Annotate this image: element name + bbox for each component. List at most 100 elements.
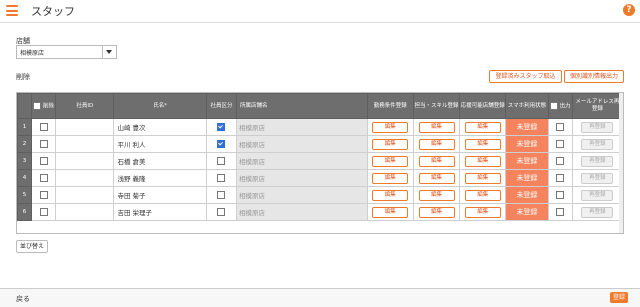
delete-checkbox[interactable] xyxy=(39,208,48,216)
work-conditions-cell: 編集 xyxy=(366,186,414,204)
smartphone-status: 未登録 xyxy=(505,118,549,136)
select-all-checkbox[interactable] xyxy=(33,101,42,110)
staff-id-cell xyxy=(55,135,115,153)
smartphone-status: 未登録 xyxy=(505,203,549,221)
chevron-down-icon[interactable] xyxy=(102,46,116,58)
employee-type-cell xyxy=(205,152,238,170)
row-number-header xyxy=(17,93,33,119)
menu-icon[interactable] xyxy=(6,5,18,16)
delete-checkbox[interactable] xyxy=(39,157,48,165)
mail-cell: 再登録 xyxy=(571,135,623,153)
smartphone-status: 未登録 xyxy=(505,135,549,153)
delete-checkbox[interactable] xyxy=(39,140,48,148)
help-stores-edit-button[interactable]: 編集 xyxy=(464,138,501,150)
name-header: 氏名* xyxy=(113,93,207,119)
help-stores-edit-button[interactable]: 編集 xyxy=(464,121,501,133)
delete-cell xyxy=(31,186,57,204)
skills-edit-button[interactable]: 編集 xyxy=(418,206,455,218)
staff-name: 平川 利人 xyxy=(113,135,207,153)
help-stores-cell: 編集 xyxy=(459,203,507,221)
output-cell xyxy=(547,152,573,170)
help-stores-edit-button[interactable]: 編集 xyxy=(464,189,501,201)
work-conditions-edit-button[interactable]: 編集 xyxy=(372,206,409,218)
staff-name: 浅野 義隆 xyxy=(113,169,207,187)
back-link[interactable]: 戻る xyxy=(16,294,30,304)
employee-type-checkbox[interactable] xyxy=(217,123,226,131)
output-checkbox[interactable] xyxy=(556,191,565,199)
help-stores-edit-button[interactable]: 編集 xyxy=(464,206,501,218)
store-select[interactable]: 相模原店 xyxy=(16,45,117,59)
work-conditions-edit-button[interactable]: 編集 xyxy=(372,189,409,201)
help-stores-cell: 編集 xyxy=(459,186,507,204)
table-row: 2 平川 利人 相模原店 編集 編集 編集 未登録 再登録 xyxy=(17,135,623,153)
table-scrollbar[interactable] xyxy=(619,93,623,233)
individual-info-output-button[interactable]: 個別識別情報出力 xyxy=(564,70,624,83)
employee-type-cell xyxy=(205,135,238,153)
staff-id-cell xyxy=(55,203,115,221)
employee-type-checkbox[interactable] xyxy=(217,208,226,216)
skills-edit-button[interactable]: 編集 xyxy=(418,189,455,201)
skills-cell: 編集 xyxy=(412,169,461,187)
output-header: 出力 xyxy=(547,93,573,119)
delete-cell xyxy=(31,118,57,136)
work-conditions-cell: 編集 xyxy=(366,203,414,221)
delete-link[interactable]: 削除 xyxy=(16,72,30,82)
skills-cell: 編集 xyxy=(412,152,461,170)
store-name: 相模原店 xyxy=(236,186,368,204)
output-cell xyxy=(547,203,573,221)
skills-cell: 編集 xyxy=(412,118,461,136)
delete-checkbox[interactable] xyxy=(39,191,48,199)
help-stores-cell: 編集 xyxy=(459,152,507,170)
employee-type-checkbox[interactable] xyxy=(217,174,226,182)
output-checkbox[interactable] xyxy=(556,174,565,182)
staff-name: 山崎 豊次 xyxy=(113,118,207,136)
register-button[interactable]: 登録 xyxy=(610,292,628,303)
output-checkbox[interactable] xyxy=(556,208,565,216)
output-checkbox[interactable] xyxy=(556,123,565,131)
skills-edit-button[interactable]: 編集 xyxy=(418,138,455,150)
help-stores-header: 応援可能店舗登録 xyxy=(459,93,507,119)
smartphone-status: 未登録 xyxy=(505,152,549,170)
import-registered-staff-button[interactable]: 登録済みスタッフ取込 xyxy=(489,70,562,83)
row-number: 3 xyxy=(17,152,33,170)
skills-edit-button[interactable]: 編集 xyxy=(418,155,455,167)
sort-button[interactable]: 並び替え xyxy=(16,240,49,253)
work-conditions-edit-button[interactable]: 編集 xyxy=(372,138,409,150)
delete-header: 削除 xyxy=(31,93,57,119)
skills-cell: 編集 xyxy=(412,203,461,221)
row-number: 2 xyxy=(17,135,33,153)
skills-header: 担当・スキル登録 xyxy=(412,93,461,119)
footer-bar: 戻る 登録 xyxy=(0,288,640,307)
work-conditions-cell: 編集 xyxy=(366,135,414,153)
mail-cell: 再登録 xyxy=(571,118,623,136)
store-name: 相模原店 xyxy=(236,203,368,221)
work-conditions-edit-button[interactable]: 編集 xyxy=(372,155,409,167)
employee-type-checkbox[interactable] xyxy=(217,157,226,165)
delete-checkbox[interactable] xyxy=(39,174,48,182)
employee-type-checkbox[interactable] xyxy=(217,140,226,148)
delete-cell xyxy=(31,169,57,187)
staff-id-cell xyxy=(55,169,115,187)
smartphone-status-header: スマホ利用状態 xyxy=(505,93,549,119)
output-cell xyxy=(547,186,573,204)
output-cell xyxy=(547,169,573,187)
work-conditions-edit-button[interactable]: 編集 xyxy=(372,121,409,133)
work-conditions-edit-button[interactable]: 編集 xyxy=(372,172,409,184)
skills-edit-button[interactable]: 編集 xyxy=(418,121,455,133)
delete-checkbox[interactable] xyxy=(39,123,48,131)
staff-name: 石橋 倉美 xyxy=(113,152,207,170)
output-cell xyxy=(547,118,573,136)
help-stores-edit-button[interactable]: 編集 xyxy=(464,172,501,184)
output-all-checkbox[interactable] xyxy=(549,101,558,110)
skills-edit-button[interactable]: 編集 xyxy=(418,172,455,184)
help-stores-edit-button[interactable]: 編集 xyxy=(464,155,501,167)
employee-type-checkbox[interactable] xyxy=(217,191,226,199)
output-checkbox[interactable] xyxy=(556,140,565,148)
output-checkbox[interactable] xyxy=(556,157,565,165)
table-row: 1 山崎 豊次 相模原店 編集 編集 編集 未登録 再登録 xyxy=(17,118,623,136)
help-icon[interactable]: ? xyxy=(623,4,635,16)
skills-cell: 編集 xyxy=(412,186,461,204)
work-conditions-cell: 編集 xyxy=(366,152,414,170)
store-name: 相模原店 xyxy=(236,135,368,153)
work-conditions-cell: 編集 xyxy=(366,169,414,187)
